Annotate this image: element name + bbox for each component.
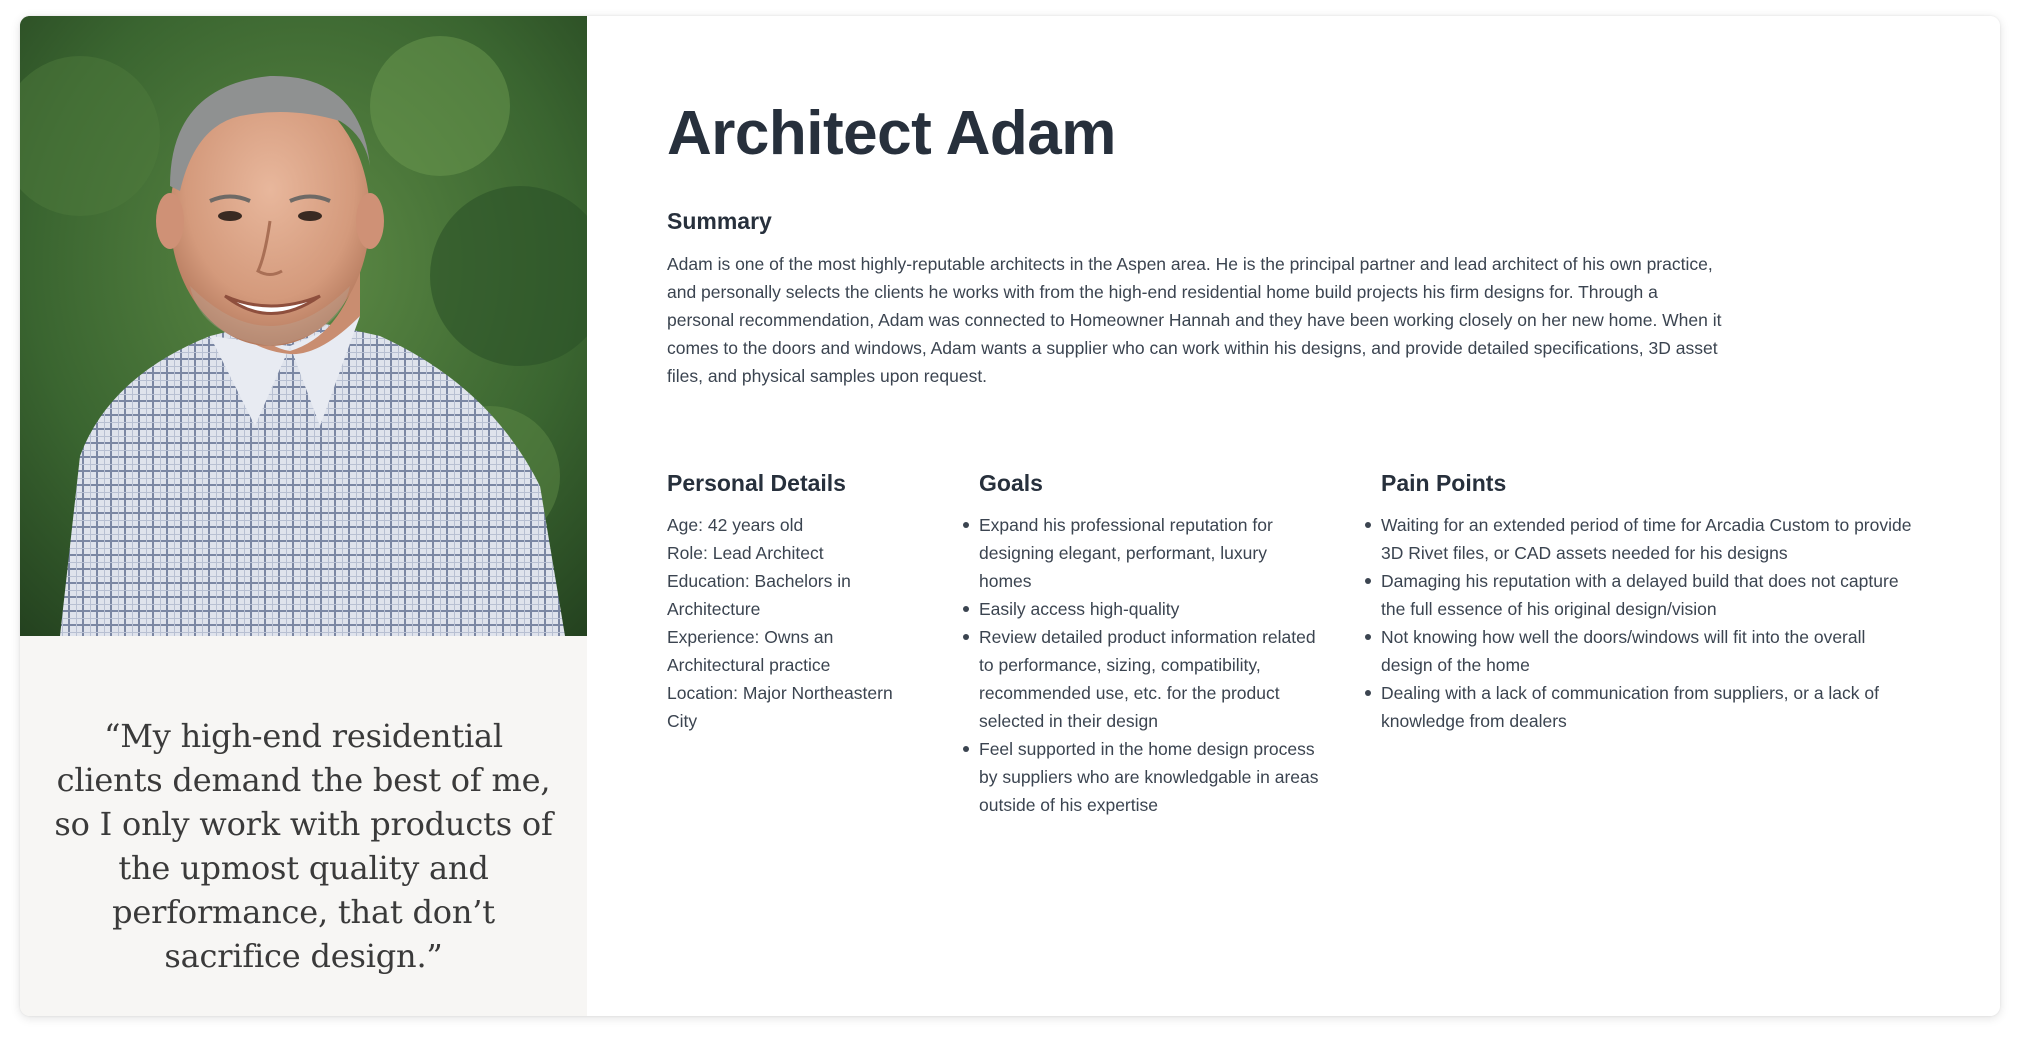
goal-item: Expand his professional reputation for d… bbox=[963, 511, 1319, 595]
persona-left-panel: “My high-end residential clients demand … bbox=[20, 16, 587, 1016]
summary-heading: Summary bbox=[667, 208, 772, 234]
pain-points-section: Pain Points Waiting for an extended peri… bbox=[1365, 468, 1921, 735]
persona-quote: “My high-end residential clients demand … bbox=[54, 717, 553, 975]
pain-point-item: Damaging his reputation with a delayed b… bbox=[1365, 567, 1921, 623]
goals-heading: Goals bbox=[979, 470, 1043, 496]
persona-right-panel: Architect Adam Summary Adam is one of th… bbox=[587, 16, 2000, 1016]
goals-list: Expand his professional reputation for d… bbox=[963, 511, 1319, 819]
personal-detail-education: Education: Bachelors in Architecture bbox=[667, 571, 851, 619]
summary-text: Adam is one of the most highly-reputable… bbox=[667, 254, 1722, 386]
personal-details-section: Personal Details Age: 42 years old Role:… bbox=[667, 468, 907, 735]
goal-item: Review detailed product information rela… bbox=[963, 623, 1319, 735]
persona-name: Architect Adam bbox=[667, 99, 1116, 168]
persona-photo bbox=[20, 16, 587, 636]
pain-point-item: Not knowing how well the doors/windows w… bbox=[1365, 623, 1921, 679]
summary-section: Summary Adam is one of the most highly-r… bbox=[667, 206, 1727, 390]
personal-details-heading: Personal Details bbox=[667, 470, 846, 496]
pain-points-heading: Pain Points bbox=[1381, 470, 1507, 496]
pain-point-item: Dealing with a lack of communication fro… bbox=[1365, 679, 1921, 735]
personal-detail-experience: Experience: Owns an Architectural practi… bbox=[667, 627, 834, 675]
goal-item: Easily access high-quality bbox=[963, 595, 1319, 623]
personal-details-list: Age: 42 years old Role: Lead Architect E… bbox=[667, 511, 907, 735]
pain-point-item: Waiting for an extended period of time f… bbox=[1365, 511, 1921, 567]
goal-item: Feel supported in the home design proces… bbox=[963, 735, 1319, 819]
portrait-illustration bbox=[20, 16, 587, 636]
goals-section: Goals Expand his professional reputation… bbox=[963, 468, 1319, 819]
pain-points-list: Waiting for an extended period of time f… bbox=[1365, 511, 1921, 735]
personal-detail-age: Age: 42 years old bbox=[667, 515, 804, 535]
persona-card: “My high-end residential clients demand … bbox=[20, 16, 2000, 1016]
personal-detail-location: Location: Major Northeastern City bbox=[667, 683, 893, 731]
personal-detail-role: Role: Lead Architect bbox=[667, 543, 824, 563]
